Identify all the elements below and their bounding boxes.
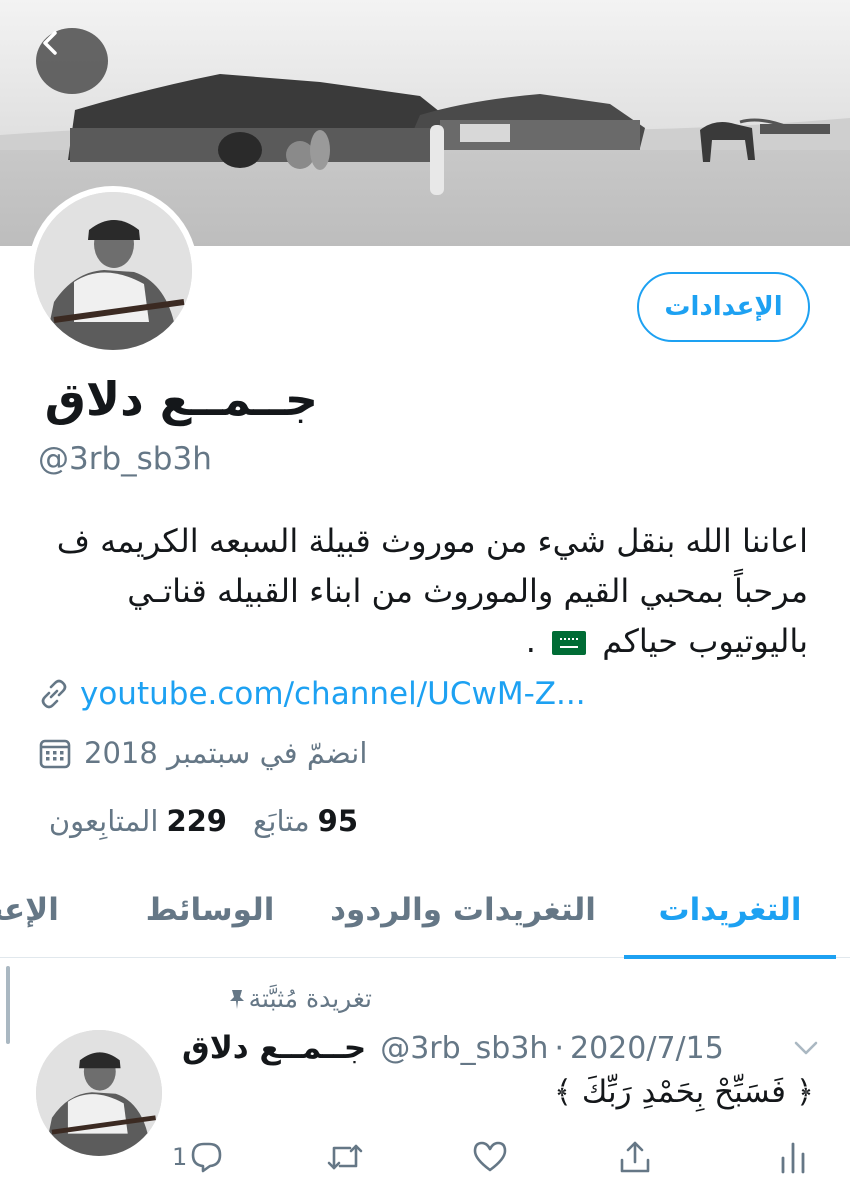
reply-count: 1 (172, 1143, 188, 1171)
like-button[interactable] (472, 1140, 508, 1174)
joined-row: انضمّ في سبتمبر 2018 (38, 736, 367, 770)
chevron-down-icon[interactable] (792, 1036, 820, 1060)
pinned-text: تغريدة مُثبَّتة (248, 984, 372, 1013)
pinned-indicator-bar (6, 966, 10, 1044)
tweet-date[interactable]: 2020/7/15 (570, 1031, 724, 1066)
following-stat[interactable]: 95 متابَع (253, 804, 358, 838)
bio-line: اعاننا الله بنقل شيء من موروث قبيلة السب… (56, 522, 808, 560)
avatar-photo (34, 192, 192, 350)
retweet-button[interactable] (326, 1140, 364, 1174)
tweet-author-handle[interactable]: @3rb_sb3h (380, 1031, 548, 1066)
tweet-separator: · (554, 1030, 564, 1066)
tweet-author-name[interactable]: جــمــع دلاق (182, 1030, 366, 1066)
bio-line: باليوتيوب حياكم . (18, 616, 808, 666)
tweet-avatar[interactable] (36, 1030, 162, 1156)
share-icon (620, 1141, 650, 1173)
reply-icon (191, 1142, 222, 1173)
profile-avatar[interactable] (28, 186, 198, 356)
followers-label: المتابِعون (48, 804, 159, 838)
pin-icon (229, 989, 244, 1009)
back-button[interactable] (36, 28, 108, 94)
share-button[interactable] (618, 1140, 652, 1174)
link-icon (41, 679, 67, 709)
retweet-icon (327, 1144, 363, 1170)
profile-tabs: التغريدات التغريدات والردود الوسائط الإع… (0, 862, 850, 958)
reply-button[interactable]: 1 (172, 1140, 223, 1174)
bio-line-text: باليوتيوب حياكم (602, 622, 808, 660)
bio-end: . (525, 622, 536, 660)
heart-icon (473, 1141, 507, 1172)
tab-media[interactable]: الوسائط (140, 862, 280, 958)
tab-likes[interactable]: الإعجا (0, 862, 90, 958)
joined-date: انضمّ في سبتمبر 2018 (84, 736, 368, 770)
profile-bio: اعاننا الله بنقل شيء من موروث قبيلة السب… (18, 516, 808, 666)
bio-line: مرحباً بمحبي القيم والموروث من ابناء الق… (127, 572, 808, 610)
tab-tweets-replies[interactable]: التغريدات والردود (318, 862, 608, 958)
profile-link[interactable]: youtube.com/channel/UCwM-Z... (80, 676, 586, 712)
profile-link-row: youtube.com/channel/UCwM-Z... (38, 676, 586, 712)
tweet-text: ﴿ فَسَبِّحْ بِحَمْدِ رَبِّكَ ﴾ (553, 1074, 814, 1110)
settings-button[interactable]: الإعدادات (637, 272, 810, 342)
analytics-icon (781, 1142, 805, 1174)
active-tab-indicator (624, 955, 836, 959)
chevron-left-icon (43, 31, 57, 55)
following-label: متابَع (253, 804, 310, 838)
saudi-flag-icon (552, 631, 587, 655)
tab-tweets[interactable]: التغريدات (624, 862, 836, 958)
avatar (34, 192, 192, 350)
tweet-header: جــمــع دلاق @3rb_sb3h · 2020/7/15 (182, 1030, 724, 1066)
pinned-tweet-label: تغريدة مُثبَّتة (211, 984, 372, 1013)
profile-handle: @3rb_sb3h (38, 441, 212, 477)
tweet-actions: 1 (0, 1140, 850, 1180)
avatar-photo (36, 1030, 162, 1156)
display-name: جــمــع دلاق (44, 372, 318, 426)
analytics-button[interactable] (778, 1140, 808, 1174)
calendar-icon (39, 739, 71, 769)
followers-count: 229 (166, 804, 227, 838)
following-count: 95 (317, 804, 358, 838)
follow-stats: 95 متابَع 229 المتابِعون (49, 804, 358, 838)
followers-stat[interactable]: 229 المتابِعون (49, 804, 227, 838)
